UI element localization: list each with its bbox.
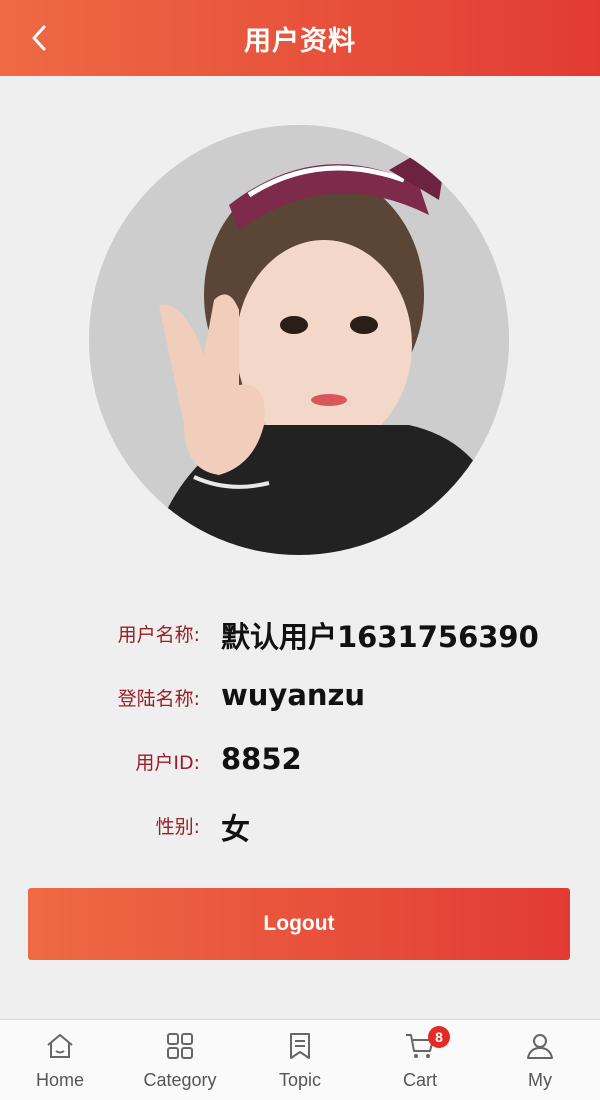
home-icon (47, 1034, 73, 1058)
bottom-tab-bar: Home Category Topic Cart 8 My (0, 1019, 600, 1100)
tab-cart-label: Cart (402, 1070, 437, 1090)
avatar-photo (89, 125, 509, 555)
topic-bookmark-icon (290, 1033, 310, 1059)
gender-value: 女 (221, 812, 251, 846)
tab-topic-label: Topic (278, 1070, 322, 1090)
info-row-gender: 性别: 女 (0, 796, 600, 860)
logout-button[interactable]: Logout (28, 888, 570, 960)
info-row-login-name: 登陆名称: wuyanzu (0, 668, 600, 732)
category-grid-icon (167, 1033, 193, 1059)
top-nav-bar: 用户资料 (0, 0, 600, 76)
tab-category[interactable]: Category (120, 1020, 240, 1100)
cart-count-badge: 8 (428, 1026, 450, 1048)
user-id-label: 用户ID: (135, 752, 200, 774)
back-button[interactable] (20, 18, 60, 58)
tab-topic[interactable]: Topic (240, 1020, 360, 1100)
username-value: 默认用户1631756390 (221, 620, 539, 654)
login-name-label: 登陆名称: (117, 688, 200, 710)
avatar[interactable] (89, 125, 509, 555)
info-row-username: 用户名称: 默认用户1631756390 (0, 604, 600, 668)
login-name-value: wuyanzu (221, 678, 366, 712)
tab-home[interactable]: Home (0, 1020, 120, 1100)
page-title: 用户资料 (244, 25, 356, 57)
user-id-value: 8852 (221, 742, 302, 776)
info-row-user-id: 用户ID: 8852 (0, 732, 600, 796)
profile-info: 用户名称: 默认用户1631756390 登陆名称: wuyanzu 用户ID:… (0, 604, 600, 860)
tab-my-label: My (528, 1070, 552, 1090)
tab-category-label: Category (143, 1070, 217, 1090)
tab-home-label: Home (35, 1070, 84, 1090)
tab-my[interactable]: My (480, 1020, 600, 1100)
tab-cart[interactable]: Cart 8 (360, 1020, 480, 1100)
user-icon (527, 1034, 553, 1059)
gender-label: 性别: (155, 816, 200, 838)
username-label: 用户名称: (117, 624, 200, 646)
chevron-left-icon (32, 25, 46, 51)
